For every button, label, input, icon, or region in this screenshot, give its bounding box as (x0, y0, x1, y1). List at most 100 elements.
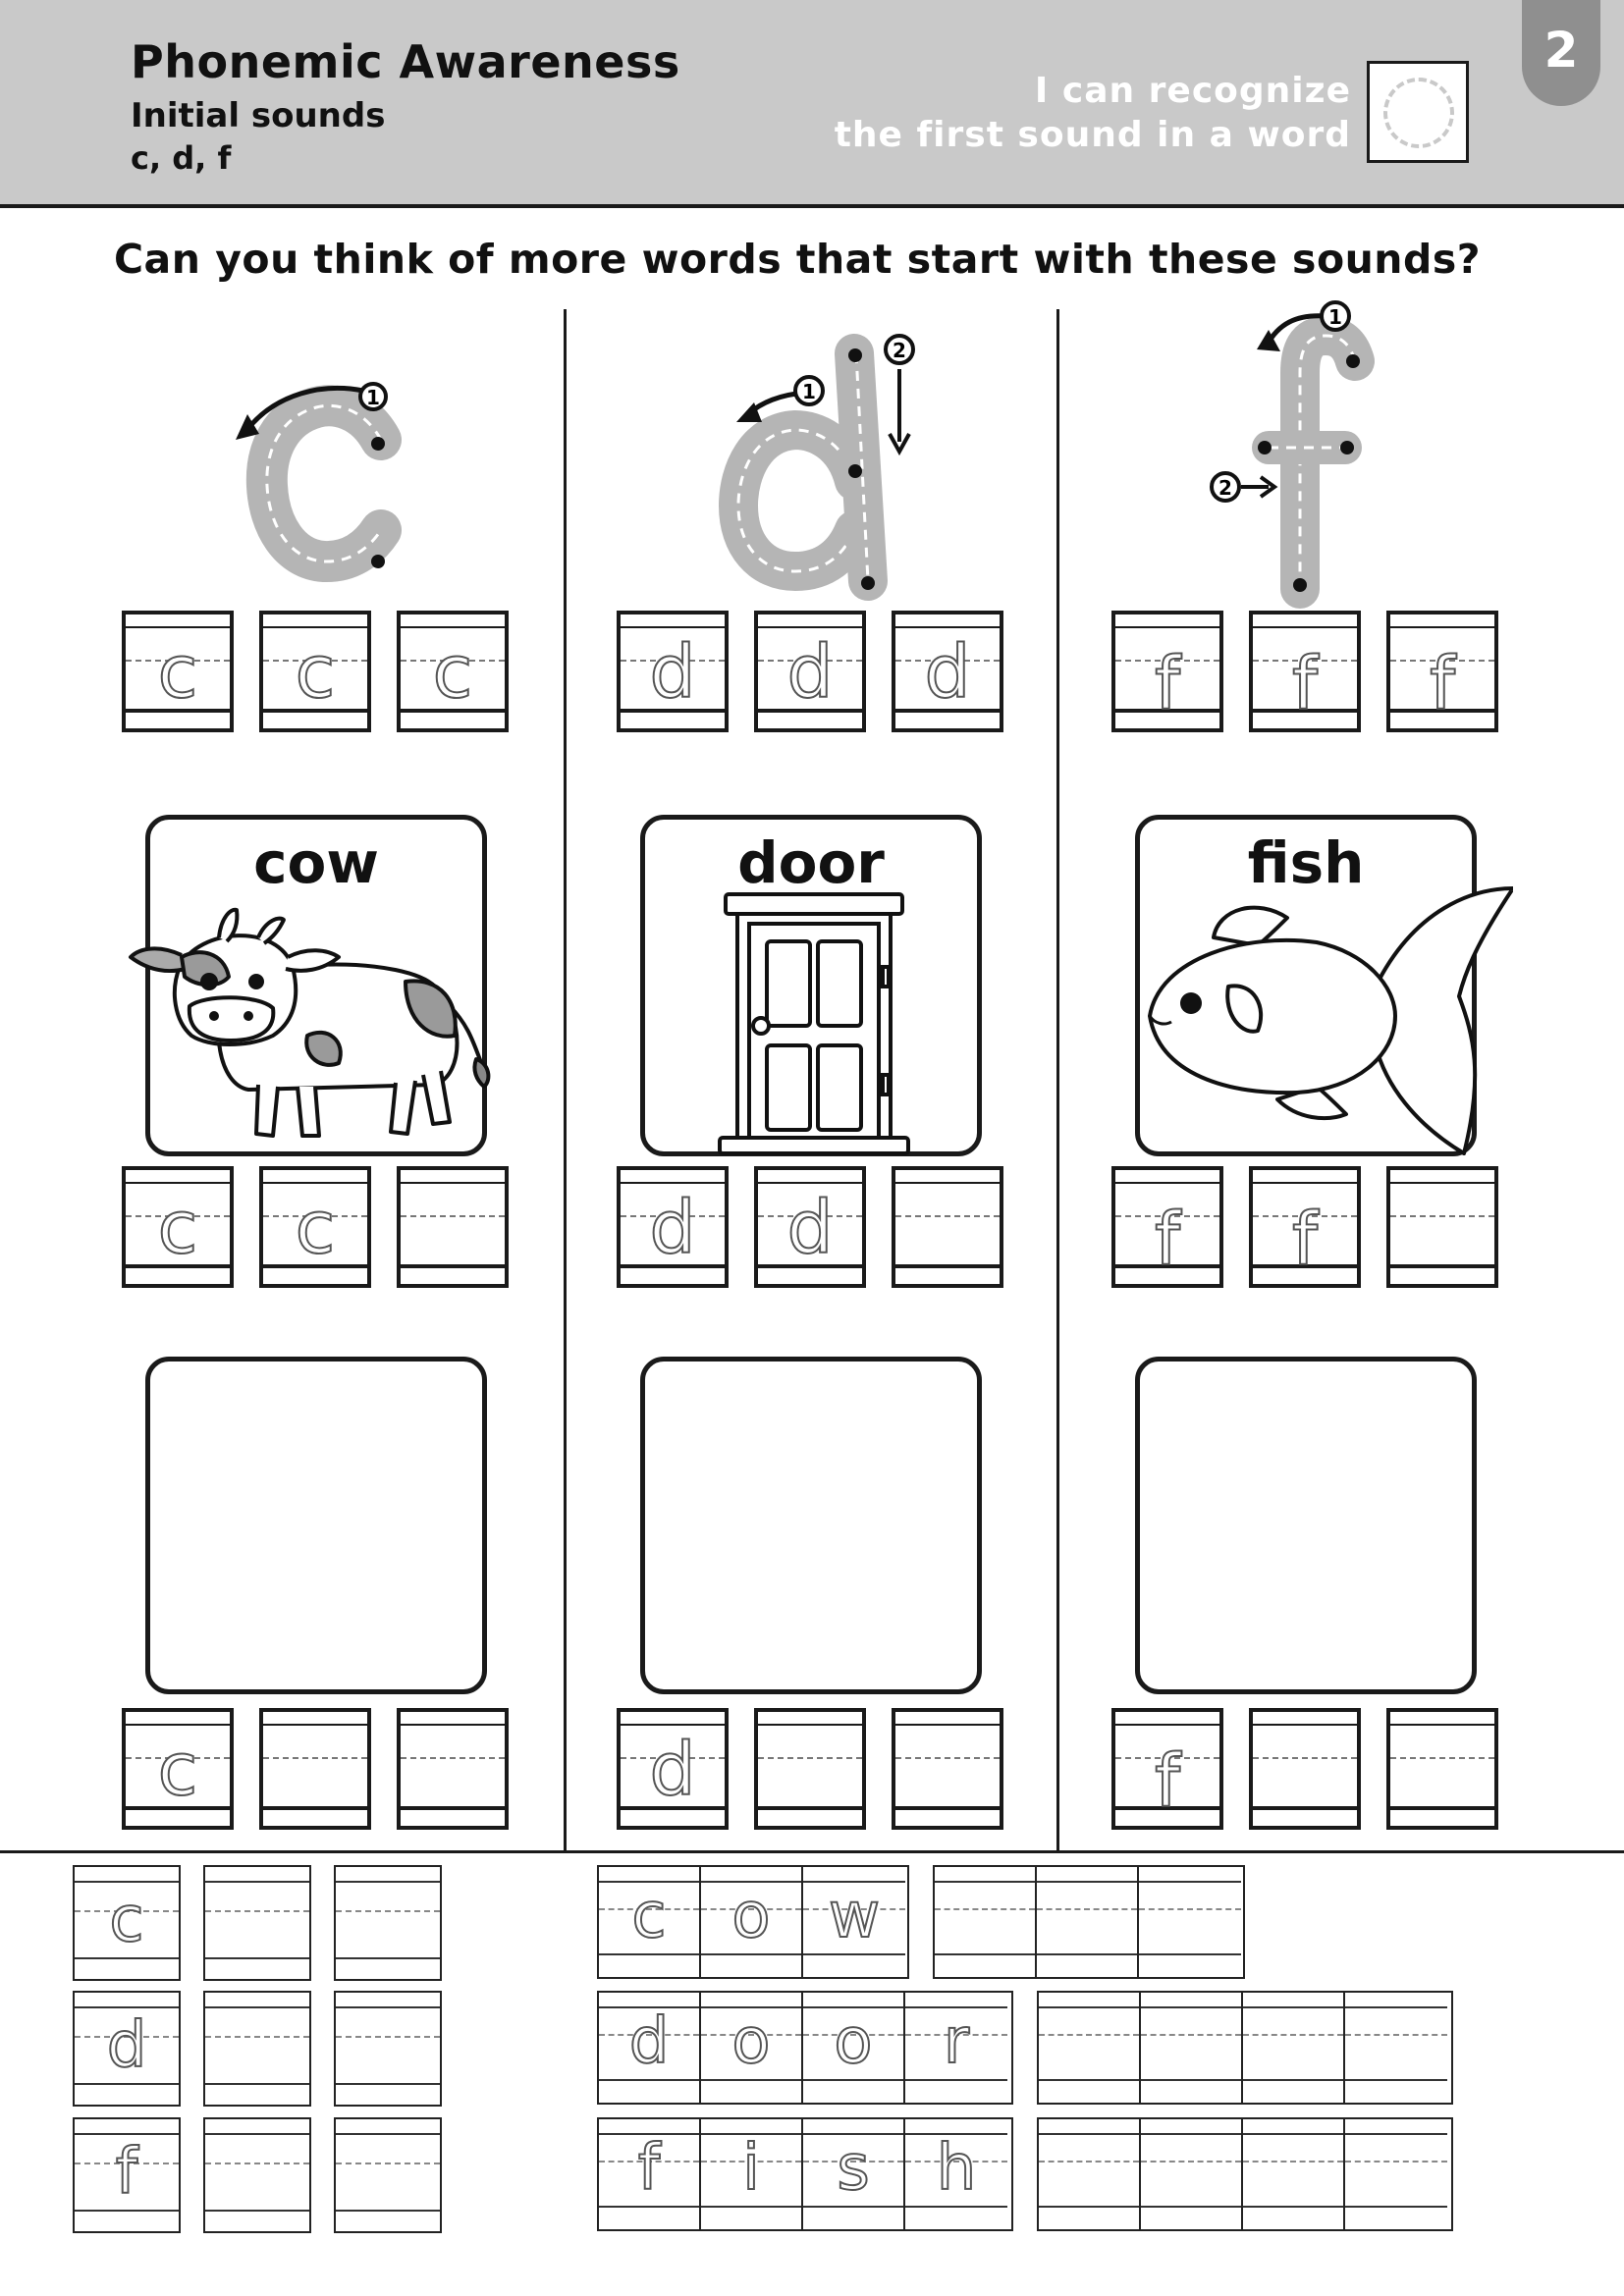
svg-text:1: 1 (802, 380, 816, 403)
drawing-area-f[interactable] (1135, 1357, 1477, 1694)
word-letter-cell[interactable] (1039, 1993, 1141, 2103)
letter-writing-box[interactable]: d (892, 611, 1003, 732)
page-number-badge: 2 (1522, 0, 1600, 106)
trace-letter: s (836, 2132, 870, 2205)
trace-letter: d (628, 2005, 671, 2078)
column-divider (564, 309, 567, 1850)
letter-writing-box[interactable]: c (122, 1166, 234, 1288)
cow-illustration (129, 907, 491, 1138)
letter-writing-box[interactable]: c (259, 611, 371, 732)
trace-letter: c (108, 1884, 144, 1956)
letter-writing-box[interactable] (1249, 1708, 1361, 1830)
word-letter-cell[interactable]: s (803, 2119, 905, 2229)
word-trace-strip[interactable]: door (597, 1991, 1013, 2105)
letter-practice-box[interactable] (203, 2117, 311, 2233)
word-trace-strip[interactable]: f i sh (597, 2117, 1013, 2231)
letter-writing-box[interactable] (397, 1708, 509, 1830)
letter-writing-box[interactable]: d (617, 611, 729, 732)
word-letter-cell[interactable]: w (803, 1867, 905, 1977)
word-write-strip[interactable] (1037, 1991, 1453, 2105)
picture-card-fish: fish (1135, 815, 1513, 1156)
drawing-area-d[interactable] (640, 1357, 982, 1694)
word-letter-cell[interactable] (1141, 2119, 1243, 2229)
word-letter-cell[interactable] (1243, 1993, 1345, 2103)
letter-writing-box[interactable]: c (122, 611, 234, 732)
fish-illustration (1148, 886, 1513, 1155)
drawing-area-c[interactable] (145, 1357, 487, 1694)
worksheet-header: Phonemic Awareness Initial sounds c, d, … (0, 0, 1624, 208)
letter-practice-box[interactable] (334, 1991, 442, 2107)
word-letter-cell[interactable] (1039, 2119, 1141, 2229)
letter-writing-box[interactable]: c (397, 611, 509, 732)
letter-writing-box[interactable]: f (1386, 611, 1498, 732)
letter-writing-box[interactable]: d (754, 611, 866, 732)
word-letter-cell[interactable] (1141, 1993, 1243, 2103)
word-letter-cell[interactable]: o (701, 1867, 803, 1977)
letter-writing-box[interactable] (754, 1708, 866, 1830)
letter-d-tracer: 1 2 (718, 334, 915, 601)
trace-letter: f (1154, 642, 1181, 726)
letter-practice-box[interactable] (203, 1865, 311, 1981)
letter-practice-box[interactable]: f (73, 2117, 181, 2233)
word-letter-cell[interactable]: d (599, 1993, 701, 2103)
picture-word-door: door (737, 829, 885, 896)
letter-practice-box[interactable]: c (73, 1865, 181, 1981)
letter-writing-box[interactable]: c (259, 1166, 371, 1288)
word-letter-cell[interactable] (1139, 1867, 1241, 1977)
letter-writing-box[interactable]: d (754, 1166, 866, 1288)
trace-letter: c (157, 630, 199, 715)
letter-f-tracer: 1 2 (1210, 300, 1375, 609)
letter-writing-box[interactable]: f (1111, 1166, 1223, 1288)
word-letter-cell[interactable] (1243, 2119, 1345, 2229)
trace-letter: o (731, 2005, 771, 2078)
goal-line-2: the first sound in a word (834, 115, 1351, 155)
trace-letter: c (157, 1186, 199, 1270)
page-title: Phonemic Awareness (131, 35, 680, 88)
door-illustration (718, 892, 910, 1155)
letter-writing-box[interactable]: d (617, 1166, 729, 1288)
word-letter-cell[interactable]: f (599, 2119, 701, 2229)
letter-writing-box[interactable]: f (1111, 1708, 1223, 1830)
trace-letter: c (432, 630, 474, 715)
word-trace-strip[interactable]: cow (597, 1865, 909, 1979)
word-letter-cell[interactable]: c (599, 1867, 701, 1977)
word-letter-cell[interactable] (935, 1867, 1037, 1977)
word-write-strip[interactable] (933, 1865, 1245, 1979)
word-write-strip[interactable] (1037, 2117, 1453, 2231)
trace-letter: f (1429, 642, 1456, 726)
trace-letter: c (630, 1880, 667, 1952)
letter-writing-box[interactable]: f (1249, 611, 1361, 732)
letter-writing-box[interactable]: f (1111, 611, 1223, 732)
letter-practice-box[interactable]: d (73, 1991, 181, 2107)
target-letters: c, d, f (131, 139, 232, 177)
letter-writing-box[interactable]: f (1249, 1166, 1361, 1288)
word-letter-cell[interactable]: r (905, 1993, 1007, 2103)
trace-letter: d (649, 630, 697, 715)
trace-letter: r (943, 2005, 970, 2078)
goal-checkbox-icon[interactable] (1367, 61, 1469, 163)
stroke-number-1: 1 (366, 386, 380, 409)
letter-writing-box[interactable] (892, 1166, 1003, 1288)
word-letter-cell[interactable]: h (905, 2119, 1007, 2229)
letter-writing-box[interactable]: d (617, 1708, 729, 1830)
letter-practice-box[interactable] (334, 1865, 442, 1981)
letter-writing-box[interactable] (397, 1166, 509, 1288)
letter-writing-box[interactable] (1386, 1166, 1498, 1288)
word-letter-cell[interactable] (1345, 1993, 1447, 2103)
word-letter-cell[interactable] (1037, 1867, 1139, 1977)
trace-letter: f (1291, 642, 1319, 726)
svg-text:1: 1 (1328, 305, 1342, 329)
svg-text:2: 2 (893, 339, 906, 362)
letter-c-tracer: 1 (236, 382, 402, 582)
word-letter-cell[interactable]: o (701, 1993, 803, 2103)
letter-writing-box[interactable] (259, 1708, 371, 1830)
letter-writing-box[interactable] (1386, 1708, 1498, 1830)
letter-writing-box[interactable]: c (122, 1708, 234, 1830)
word-letter-cell[interactable] (1345, 2119, 1447, 2229)
word-letter-cell[interactable]: o (803, 1993, 905, 2103)
trace-letter: d (649, 1186, 697, 1270)
letter-practice-box[interactable] (203, 1991, 311, 2107)
word-letter-cell[interactable]: i (701, 2119, 803, 2229)
letter-writing-box[interactable] (892, 1708, 1003, 1830)
letter-practice-box[interactable] (334, 2117, 442, 2233)
